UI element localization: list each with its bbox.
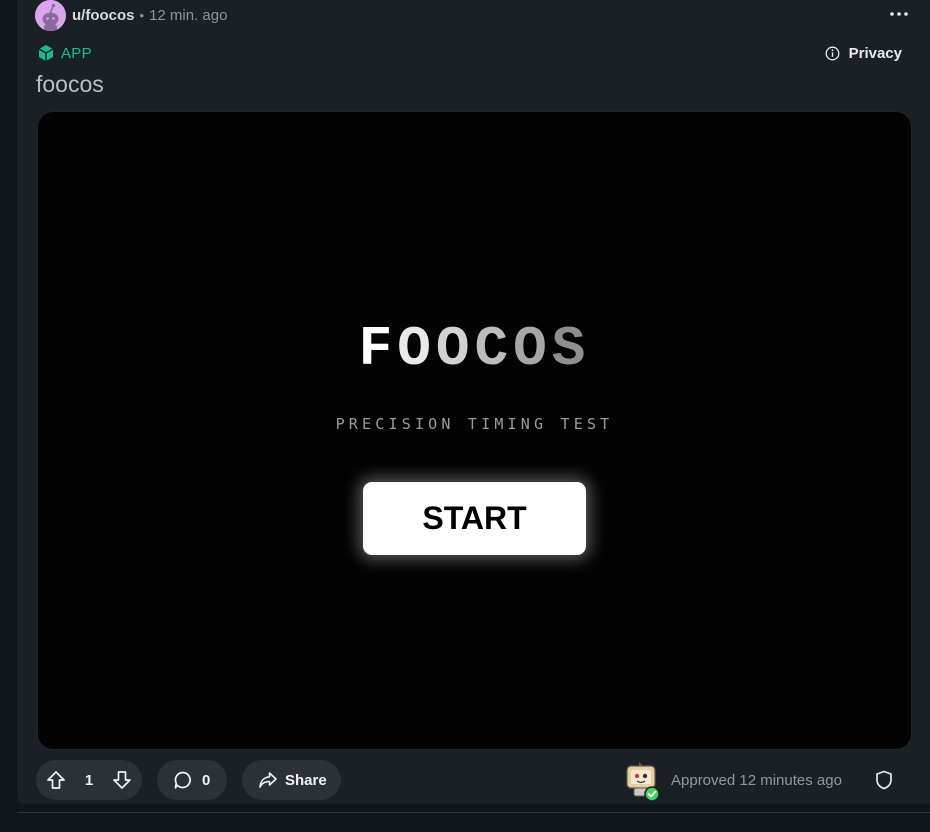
game-title-letter: C [474,317,514,381]
vote-control: 1 [36,760,142,800]
shield-icon [876,770,892,790]
cube-icon [38,45,54,61]
game-title-letter: O [513,317,552,381]
moderator-avatar-icon [626,762,660,802]
game-title-letter: O [397,317,436,381]
app-badge-label: APP [61,44,92,62]
game-title: FOOCOS [38,317,911,381]
privacy-button[interactable]: Privacy [825,45,902,62]
downvote-button[interactable] [112,770,132,790]
comment-count: 0 [202,771,211,789]
mod-approval: Approved 12 minutes ago [623,758,842,802]
game-subtitle: PRECISION TIMING TEST [335,415,614,433]
separator-dot: • [139,7,145,23]
mod-shield-button[interactable] [874,770,894,790]
ellipsis-icon [890,12,908,16]
comments-button[interactable]: 0 [157,760,227,800]
moderator-avatar [623,760,660,802]
user-avatar[interactable] [35,0,66,31]
snoo-avatar-icon [35,0,66,31]
start-button[interactable]: START [363,482,586,555]
action-bar: 1 0 Share [36,760,341,800]
post-header: u/foocos • 12 min. ago [35,0,228,31]
share-button[interactable]: Share [242,760,341,800]
app-embed-frame: FOOCOS PRECISION TIMING TEST START [37,111,912,750]
post-time: 12 min. ago [149,6,228,24]
upvote-arrow-icon [47,771,65,789]
post-title[interactable]: foocos [36,71,104,98]
approved-status: Approved 12 minutes ago [671,771,842,789]
info-icon [825,46,840,61]
upvote-button[interactable] [46,770,66,790]
privacy-label: Privacy [848,45,902,62]
app-badge: APP [37,44,92,62]
post-container: u/foocos • 12 min. ago APP Privacy fooco… [17,0,930,804]
downvote-arrow-icon [113,771,131,789]
divider [17,812,930,813]
vote-count: 1 [84,771,94,789]
game-title-letter: F [358,317,398,381]
username-link[interactable]: u/foocos [72,7,135,24]
comment-bubble-icon [174,771,191,789]
share-arrow-icon [259,772,277,788]
game-title-letter: S [551,317,591,381]
game-title-letter: O [435,317,475,381]
more-options-button[interactable] [888,6,910,22]
share-label: Share [285,771,327,789]
